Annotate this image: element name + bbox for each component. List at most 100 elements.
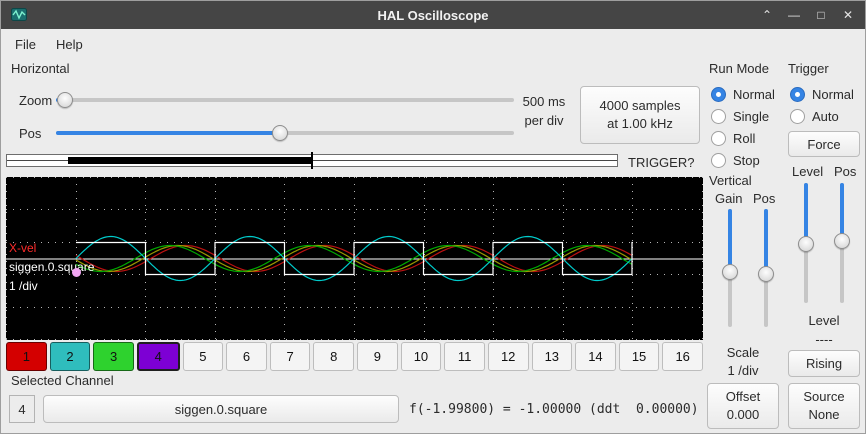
app-icon — [11, 7, 27, 23]
app-window: HAL Oscilloscope ⌃ — □ ✕ FileHelp Horizonta… — [0, 0, 866, 434]
source-button[interactable]: Source None — [788, 383, 860, 429]
pos-label: Pos — [19, 126, 41, 141]
channel-button-16[interactable]: 16 — [662, 342, 703, 371]
source-caption: Source — [803, 388, 844, 406]
close-button[interactable]: ✕ — [841, 8, 855, 22]
selected-channel-group-label: Selected Channel — [11, 373, 114, 388]
channel-button-14[interactable]: 14 — [575, 342, 616, 371]
probe-cursor-dot[interactable] — [72, 268, 81, 277]
horizontal-group-label: Horizontal — [11, 61, 70, 76]
slider-thumb[interactable] — [272, 125, 288, 141]
samples-info-button[interactable]: 4000 samples at 1.00 kHz — [580, 86, 700, 144]
slider-thumb[interactable] — [798, 236, 814, 252]
menu-help[interactable]: Help — [46, 32, 93, 57]
trigger-status-label: TRIGGER? — [628, 155, 694, 170]
radio-label: Normal — [812, 87, 854, 102]
slider-thumb[interactable] — [758, 266, 774, 282]
slider-track[interactable] — [56, 98, 514, 102]
force-button[interactable]: Force — [788, 131, 860, 157]
slider-thumb[interactable] — [834, 233, 850, 249]
shade-button[interactable]: ⌃ — [760, 8, 774, 22]
channel-button-9[interactable]: 9 — [357, 342, 398, 371]
offset-value: 0.000 — [727, 406, 760, 424]
radio-button[interactable] — [790, 87, 805, 102]
channel-scale-label: 1 /div — [9, 279, 38, 293]
channel-button-5[interactable]: 5 — [183, 342, 224, 371]
menu-file[interactable]: File — [5, 32, 46, 57]
trigger-level-caption: Level — [788, 313, 860, 328]
record-bar-fill — [68, 157, 312, 164]
radio-label: Single — [733, 109, 769, 124]
zoom-slider[interactable] — [56, 92, 514, 108]
scope-canvas — [6, 177, 703, 340]
radio-option-normal[interactable]: Normal — [790, 83, 854, 105]
channel-button-7[interactable]: 7 — [270, 342, 311, 371]
vertical-pos-slider[interactable] — [758, 209, 774, 327]
channel-button-15[interactable]: 15 — [619, 342, 660, 371]
trigger-pos-slider[interactable] — [834, 183, 850, 303]
channel-source-button[interactable]: siggen.0.square — [43, 395, 399, 423]
slider-fill — [804, 183, 808, 244]
slider-fill — [764, 209, 768, 274]
scale-caption: Scale — [707, 345, 779, 360]
radio-label: Auto — [812, 109, 839, 124]
window-title: HAL Oscilloscope — [1, 8, 865, 23]
scale-value: 1 /div — [707, 363, 779, 378]
radio-button[interactable] — [790, 109, 805, 124]
channel-readout: f(-1.99800) = -1.00000 (ddt 0.00000) — [409, 402, 699, 417]
slider-fill — [728, 209, 732, 272]
samples-count: 4000 samples — [600, 97, 681, 115]
trigger-group-label: Trigger — [788, 61, 829, 76]
channel-button-3[interactable]: 3 — [93, 342, 134, 371]
run-mode-radio-group: Normal Single Roll Stop — [711, 83, 775, 171]
pos-slider[interactable] — [56, 125, 514, 141]
channel-button-2[interactable]: 2 — [50, 342, 91, 371]
minimize-button[interactable]: — — [787, 8, 801, 22]
slider-fill — [56, 131, 280, 135]
radio-option-single[interactable]: Single — [711, 105, 775, 127]
radio-label: Normal — [733, 87, 775, 102]
source-value: None — [808, 406, 839, 424]
trigger-mode-radio-group: Normal Auto — [790, 83, 854, 127]
radio-option-normal[interactable]: Normal — [711, 83, 775, 105]
trigger-level-label: Level — [792, 164, 823, 179]
channel-button-6[interactable]: 6 — [226, 342, 267, 371]
time-per-div-value: 500 ms — [513, 93, 575, 112]
scope-display[interactable]: X-vel siggen.0.square 1 /div — [6, 177, 703, 340]
channel-button-12[interactable]: 12 — [488, 342, 529, 371]
slider-thumb[interactable] — [57, 92, 73, 108]
radio-button[interactable] — [711, 109, 726, 124]
gain-slider[interactable] — [722, 209, 738, 327]
selected-channel-number: 4 — [9, 395, 35, 423]
radio-button[interactable] — [711, 87, 726, 102]
offset-button[interactable]: Offset 0.000 — [707, 383, 779, 429]
channel-button-1[interactable]: 1 — [6, 342, 47, 371]
time-per-div-caption: per div — [513, 112, 575, 131]
radio-option-roll[interactable]: Roll — [711, 127, 775, 149]
offset-caption: Offset — [726, 388, 760, 406]
radio-option-auto[interactable]: Auto — [790, 105, 854, 127]
radio-label: Stop — [733, 153, 760, 168]
radio-button[interactable] — [711, 153, 726, 168]
titlebar[interactable]: HAL Oscilloscope ⌃ — □ ✕ — [1, 1, 865, 29]
time-per-div: 500 ms per div — [513, 93, 575, 131]
radio-option-stop[interactable]: Stop — [711, 149, 775, 171]
trigger-level-slider[interactable] — [798, 183, 814, 303]
trigger-pos-label: Pos — [834, 164, 856, 179]
trigger-position-marker[interactable] — [311, 152, 313, 169]
record-progress-bar — [6, 154, 618, 167]
window-controls: ⌃ — □ ✕ — [760, 8, 855, 22]
slider-thumb[interactable] — [722, 264, 738, 280]
slider-fill — [840, 183, 844, 241]
channel-name-label-1: X-vel — [9, 241, 36, 255]
radio-button[interactable] — [711, 131, 726, 146]
edge-button[interactable]: Rising — [788, 350, 860, 377]
channel-button-13[interactable]: 13 — [532, 342, 573, 371]
channel-button-11[interactable]: 11 — [444, 342, 485, 371]
channel-button-8[interactable]: 8 — [313, 342, 354, 371]
samples-rate: at 1.00 kHz — [607, 115, 673, 133]
maximize-button[interactable]: □ — [814, 8, 828, 22]
channel-button-10[interactable]: 10 — [401, 342, 442, 371]
channel-button-4[interactable]: 4 — [137, 342, 180, 371]
menubar: FileHelp — [1, 29, 865, 59]
